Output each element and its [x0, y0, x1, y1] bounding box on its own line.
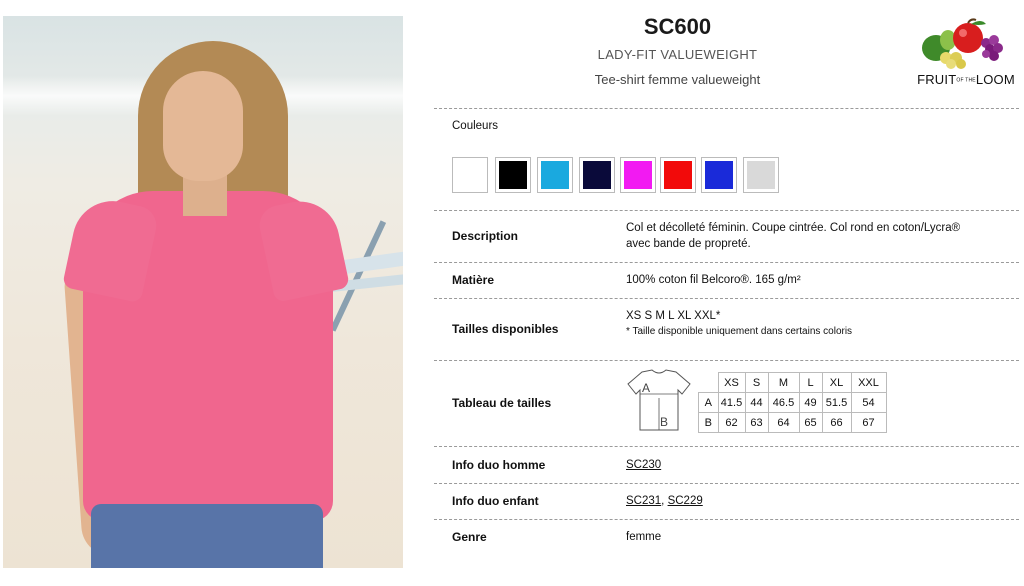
size-chart-table: XS S M L XL XXL A 41.5 44 46.5 49 51.5 54 B 62 63 64 65 66… [698, 372, 887, 433]
kids-duo-separator: , [661, 495, 665, 507]
size-value-cell: 64 [767, 412, 800, 433]
size-value-cell: 51.5 [821, 392, 852, 413]
size-value-cell: 62 [717, 412, 746, 433]
men-duo-link[interactable]: SC230 [626, 459, 661, 471]
color-swatch[interactable] [579, 157, 615, 193]
description-label: Description [452, 229, 519, 243]
size-value-cell: 66 [821, 412, 852, 433]
men-duo-label: Info duo homme [452, 458, 546, 472]
sizes-list: XS S M L XL XXL* [626, 310, 721, 322]
size-header-cell: M [767, 372, 800, 393]
gender-label: Genre [452, 530, 487, 544]
size-value-cell: 63 [744, 412, 769, 433]
description-line-2: avec bande de propreté. [626, 238, 751, 250]
color-swatch[interactable] [537, 157, 573, 193]
men-duo-value: SC230 [626, 457, 661, 473]
color-swatch[interactable] [743, 157, 779, 193]
divider [434, 483, 1019, 484]
size-value-cell: 54 [850, 392, 887, 413]
size-header-cell: XS [717, 372, 746, 393]
color-swatch[interactable] [620, 157, 656, 193]
size-header-cell: XXL [850, 372, 887, 393]
fruit-logo-icon [922, 18, 1003, 69]
material-label: Matière [452, 273, 495, 287]
material-value: 100% coton fil Belcoro®. 165 g/m² [626, 274, 801, 286]
size-table-corner [699, 373, 719, 393]
divider [434, 108, 1019, 109]
color-swatch[interactable] [495, 157, 531, 193]
fruit-of-the-loom-logo: FRUITOF THELOOM [916, 18, 1016, 90]
size-value-cell: 44 [744, 392, 769, 413]
sizes-label: Tailles disponibles [452, 322, 559, 336]
color-swatch-fill [583, 161, 611, 189]
description-line-1: Col et décolleté féminin. Coupe cintrée.… [626, 222, 961, 234]
divider [434, 210, 1019, 211]
diagram-label-a: A [642, 381, 650, 395]
kids-duo-label: Info duo enfant [452, 494, 539, 508]
diagram-label-b: B [660, 415, 668, 429]
size-header-cell: S [744, 372, 769, 393]
photo-denim-shorts [91, 504, 323, 568]
kids-duo-link-2[interactable]: SC229 [668, 495, 703, 507]
logo-wordmark: FRUITOF THELOOM [917, 72, 1015, 87]
divider [434, 298, 1019, 299]
color-swatch[interactable] [660, 157, 696, 193]
color-swatch-fill [664, 161, 692, 189]
divider [434, 519, 1019, 520]
sizes-value: XS S M L XL XXL* * Taille disponible uni… [626, 308, 852, 340]
size-value-cell: 41.5 [717, 392, 746, 413]
color-swatch-fill [705, 161, 733, 189]
kids-duo-link-1[interactable]: SC231 [626, 495, 661, 507]
color-swatch-fill [499, 161, 527, 189]
divider [434, 360, 1019, 361]
size-header-cell: XL [821, 372, 852, 393]
table-row: A 41.5 44 46.5 49 51.5 54 [698, 392, 887, 413]
sizes-note: * Taille disponible uniquement dans cert… [626, 326, 853, 337]
size-value-cell: 65 [798, 412, 823, 433]
size-chart-label: Tableau de tailles [452, 396, 552, 410]
color-swatch[interactable] [452, 157, 488, 193]
color-swatch-fill [456, 161, 484, 189]
kids-duo-value: SC231, SC229 [626, 493, 703, 509]
divider [434, 446, 1019, 447]
size-value-cell: 67 [850, 412, 887, 433]
product-name: LADY-FIT VALUEWEIGHT [597, 47, 758, 62]
product-photo [3, 16, 403, 568]
size-row-label: A [698, 392, 719, 413]
color-swatch-fill [624, 161, 652, 189]
photo-model-face [163, 71, 243, 181]
tshirt-measure-icon: A B [627, 369, 691, 431]
size-value-cell: 46.5 [767, 392, 800, 413]
color-swatch-fill [541, 161, 569, 189]
colors-label: Couleurs [452, 120, 499, 132]
table-row: B 62 63 64 65 66 67 [698, 412, 887, 433]
color-swatch-fill [747, 161, 775, 189]
product-code: SC600 [643, 14, 712, 39]
gender-value: femme [626, 531, 662, 543]
size-row-label: B [698, 412, 719, 433]
size-header-cell: L [798, 372, 823, 393]
color-swatch[interactable] [701, 157, 737, 193]
description-value: Col et décolleté féminin. Coupe cintrée.… [626, 220, 960, 252]
size-value-cell: 49 [798, 392, 823, 413]
divider [434, 262, 1019, 263]
product-subtitle: Tee-shirt femme valueweight [594, 72, 761, 87]
